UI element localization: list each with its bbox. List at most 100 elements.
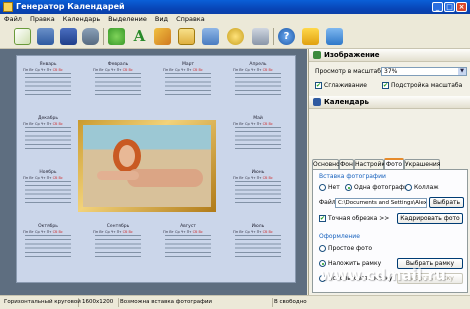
tab-main[interactable]: Основное [312,159,343,169]
radio-simple-photo[interactable] [319,245,326,252]
menu-view[interactable]: Вид [151,14,172,25]
radio-one-photo-label: Одна фотография [354,184,412,191]
status-bar: Горизонтальный круговой 1600x1200 Возмож… [0,295,470,309]
smoothing-checkbox[interactable]: ✔ [315,82,322,89]
radio-no-photo-label: Нет [328,184,340,191]
photo-face [119,145,135,167]
calendar-section-header[interactable]: Календарь [309,96,470,109]
fit-scale-label: Подстройка масштаба [391,82,463,89]
month-january: Январь Пн Вт Ср Чт Пт Сб Вс [23,62,73,95]
day-grid [165,73,211,95]
tab-photo[interactable]: Фото [384,158,404,169]
image-section-icon [313,51,321,59]
day-grid [235,235,281,257]
toolbar-separator [103,28,104,45]
month-november: Ноябрь Пн Вт Ср Чт Пт Сб Вс [23,170,73,203]
day-grid [25,127,71,149]
minimize-button[interactable]: _ [432,2,443,12]
photo-body [127,169,203,187]
radio-one-photo[interactable] [345,184,352,191]
month-september: Сентябрь Пн Вт Ср Чт Пт Сб Вс [93,224,143,257]
calendar-icon[interactable] [37,28,54,45]
smoothing-label: Сглаживание [324,82,367,89]
crop-photo-button[interactable]: Кадрировать фото [397,213,463,224]
brush-icon[interactable] [154,28,171,45]
month-december: Декабрь Пн Вт Ср Чт Пт Сб Вс [23,116,73,149]
print-icon[interactable] [82,28,99,45]
close-button[interactable]: × [456,2,467,12]
title-bar: Генератор Календарей _ □ × [0,0,470,14]
save-icon[interactable] [60,28,77,45]
toolbar: A ? [0,25,470,49]
fit-scale-checkbox[interactable]: ✔ [382,82,389,89]
precise-crop-checkbox[interactable]: ✔ [319,215,326,222]
maximize-button[interactable]: □ [444,2,455,12]
text-icon[interactable]: A [131,28,148,45]
status-size: 1600x1200 [80,298,119,307]
tab-settings[interactable]: Настройки [354,159,389,169]
zoom-select[interactable]: 37% ▼ [381,67,467,76]
window-title: Генератор Календарей [16,2,125,11]
precise-crop-label: Точная обрезка >> [328,215,390,222]
layout-icon[interactable] [202,28,219,45]
month-october: Октябрь Пн Вт Ср Чт Пт Сб Вс [23,224,73,257]
zoom-label: Просмотр в масштабе [315,68,385,75]
month-march: Март Пн Вт Ср Чт Пт Сб Вс [163,62,213,95]
photo-arm [97,171,139,180]
tab-decorations[interactable]: Украшения [404,159,440,169]
radio-simple-photo-label: Простое фото [328,245,373,252]
day-grid [95,73,141,95]
properties-panel: Изображение Просмотр в масштабе 37% ▼ ✔ … [308,49,470,295]
canvas-area[interactable]: Январь Пн Вт Ср Чт Пт Сб Вс Февраль Пн В… [0,49,307,295]
status-insert: Возможна вставка фотографии [118,298,273,307]
menu-edit[interactable]: Правка [26,14,59,25]
day-grid [25,73,71,95]
watermark-text: www.cdmail.ru [320,266,446,284]
tab-background[interactable]: Фон [339,159,354,169]
radio-no-photo[interactable] [319,184,326,191]
calendar-page: Январь Пн Вт Ср Чт Пт Сб Вс Февраль Пн В… [16,55,296,283]
day-grid [235,127,281,149]
month-august: Август Пн Вт Ср Чт Пт Сб Вс [163,224,213,257]
day-grid [165,235,211,257]
month-february: Февраль Пн Вт Ср Чт Пт Сб Вс [93,62,143,95]
image-icon[interactable] [178,28,195,45]
bag-icon[interactable] [302,28,319,45]
help-icon[interactable]: ? [278,28,295,45]
image-section-header[interactable]: Изображение [309,49,470,62]
month-may: Май Пн Вт Ср Чт Пт Сб Вс [233,116,283,149]
month-april: Апрель Пн Вт Ср Чт Пт Сб Вс [233,62,283,95]
design-group-label: Оформление [319,233,360,240]
menu-calendar[interactable]: Календарь [59,14,104,25]
app-icon [3,2,13,12]
file-label: Файл [319,199,336,206]
browse-file-button[interactable]: Выбрать [429,197,464,208]
radio-collage[interactable] [405,184,412,191]
radio-collage-label: Коллаж [414,184,439,191]
day-grid [25,235,71,257]
move-icon[interactable] [227,28,244,45]
day-grid [235,73,281,95]
box-icon[interactable] [326,28,343,45]
menu-selection[interactable]: Выделение [104,14,151,25]
photo-insert-group-label: Вставка фотографии [319,173,386,180]
new-file-icon[interactable] [14,28,31,45]
chevron-down-icon: ▼ [458,68,466,75]
layers-icon[interactable] [252,28,269,45]
month-june: Июнь Пн Вт Ср Чт Пт Сб Вс [233,170,283,203]
menu-file[interactable]: Файл [0,14,26,25]
toolbar-separator [273,28,274,45]
status-free: В свободно [274,299,307,305]
menu-bar: Файл Правка Календарь Выделение Вид Справка [0,14,470,25]
status-layout: Горизонтальный круговой [4,298,81,307]
calendar-photo [83,125,211,207]
day-grid [95,235,141,257]
month-july: Июль Пн Вт Ср Чт Пт Сб Вс [233,224,283,257]
day-grid [25,181,71,203]
calendar-section-icon [313,98,321,106]
file-path-field[interactable]: C:\Documents and Settings\Alex\Мои д [335,198,427,208]
photo-frame[interactable] [78,120,216,212]
add-icon[interactable] [108,28,125,45]
menu-help[interactable]: Справка [172,14,209,25]
day-grid [235,181,281,203]
